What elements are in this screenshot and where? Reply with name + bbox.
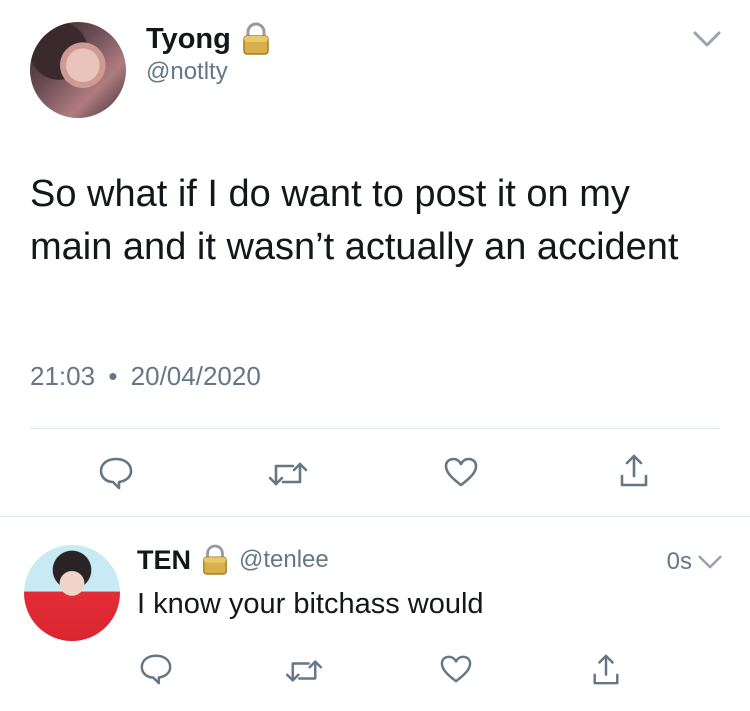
reply-author-handle[interactable]: @tenlee: [239, 546, 329, 574]
author-avatar[interactable]: [30, 22, 126, 118]
reply-author-row: TEN @tenlee: [137, 544, 329, 576]
author-name-row: Tyong: [146, 22, 271, 56]
reply-age: 0s: [666, 548, 692, 575]
heart-icon[interactable]: [439, 654, 473, 684]
padlock-icon: [243, 22, 269, 55]
reply-bubble-icon[interactable]: [98, 455, 134, 491]
retweet-icon[interactable]: [267, 458, 309, 490]
share-upload-icon[interactable]: [590, 652, 622, 688]
divider: [30, 428, 720, 429]
chevron-down-icon[interactable]: [693, 30, 721, 48]
divider: [0, 516, 750, 517]
reply-author-avatar[interactable]: [24, 545, 120, 641]
timestamp-separator: •: [108, 361, 118, 391]
reply-meta: 0s: [667, 548, 722, 576]
reply-text: I know your bitchass would: [137, 588, 484, 620]
tweet-text: So what if I do want to post it on my ma…: [30, 173, 679, 268]
author-handle[interactable]: @notlty: [146, 58, 228, 86]
reply-author-name[interactable]: TEN: [137, 545, 191, 576]
padlock-icon: [203, 544, 227, 575]
tweet-timestamp[interactable]: 21:03 • 20/04/2020: [30, 361, 261, 392]
author-name[interactable]: Tyong: [146, 23, 231, 56]
reply-bubble-icon[interactable]: [139, 652, 173, 686]
chevron-down-icon[interactable]: [698, 554, 722, 570]
heart-icon[interactable]: [443, 456, 479, 488]
share-upload-icon[interactable]: [617, 452, 651, 490]
retweet-icon[interactable]: [284, 656, 324, 686]
tweet-date: 20/04/2020: [130, 361, 261, 391]
tweet-time: 21:03: [30, 361, 96, 391]
